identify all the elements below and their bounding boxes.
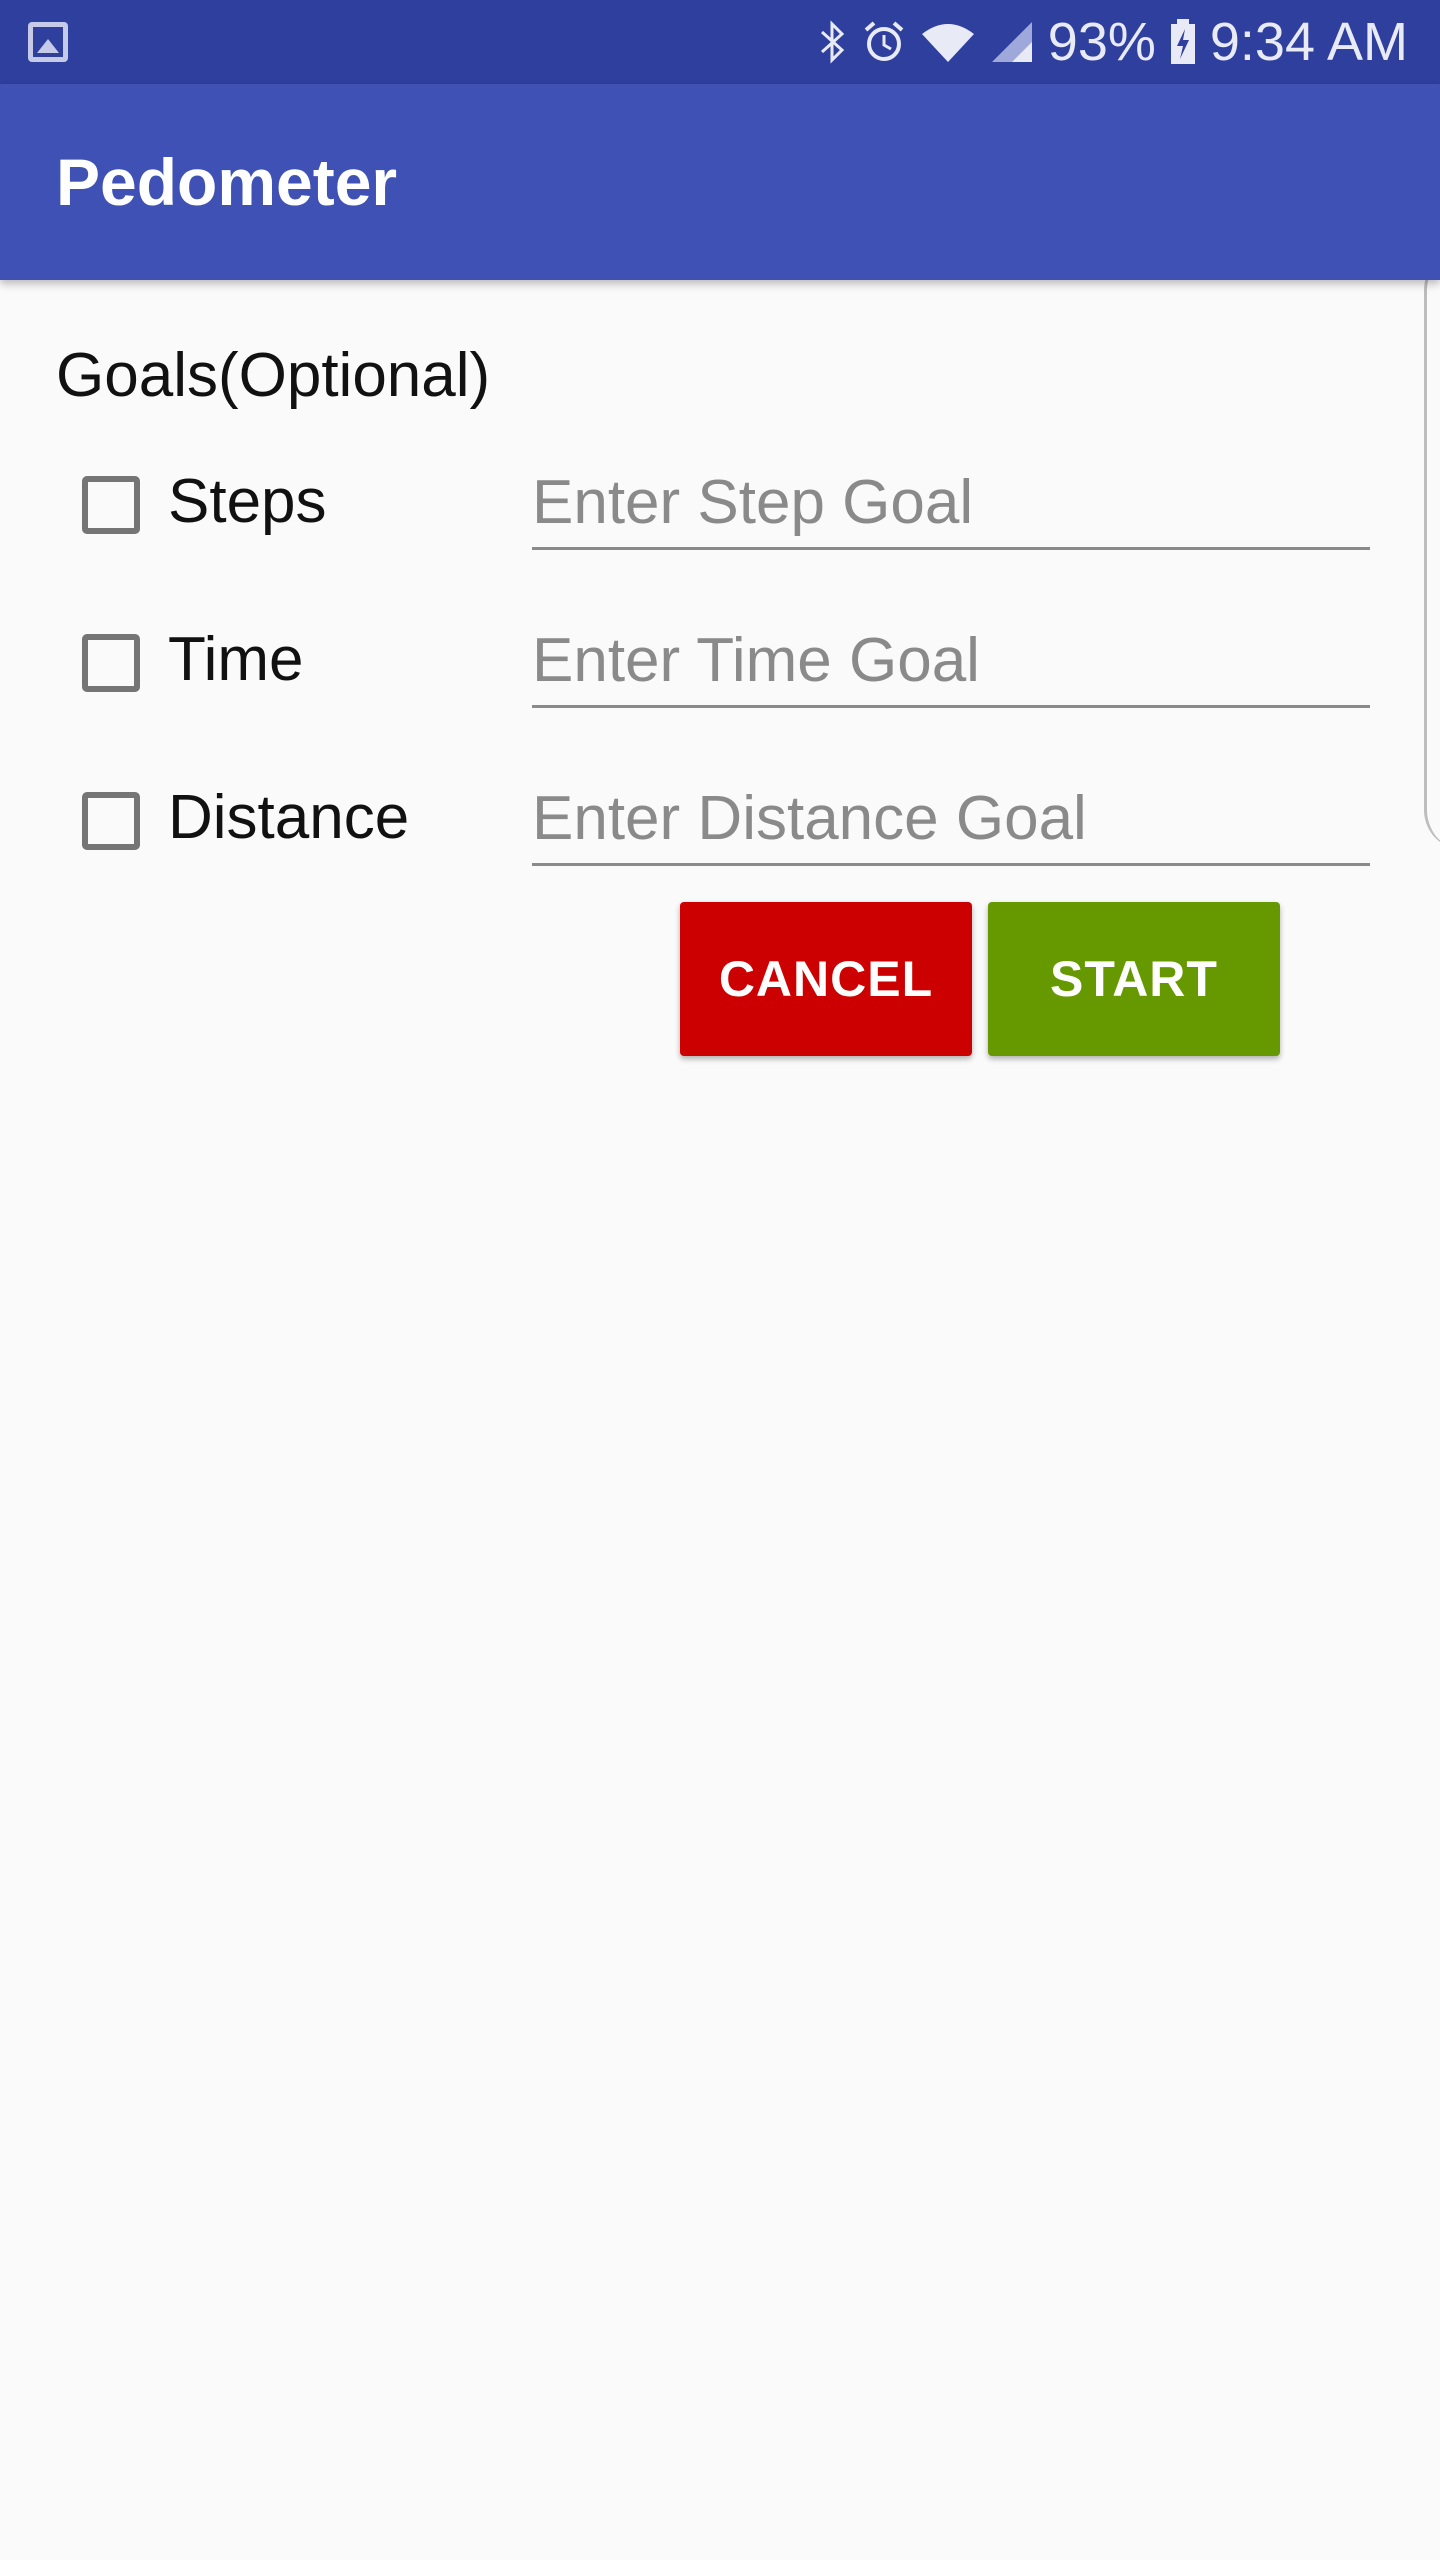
signal-icon xyxy=(990,20,1034,64)
distance-checkbox[interactable] xyxy=(82,792,140,850)
time-goal-input[interactable] xyxy=(532,594,1370,705)
app-bar: Pedometer xyxy=(0,84,1440,280)
cancel-button[interactable]: CANCEL xyxy=(680,902,972,1056)
steps-label[interactable]: Steps xyxy=(168,466,327,537)
time-label[interactable]: Time xyxy=(168,624,303,695)
wifi-icon xyxy=(920,20,976,64)
clock: 9:34 AM xyxy=(1209,12,1408,72)
step-goal-field xyxy=(532,436,1370,550)
distance-goal-input[interactable] xyxy=(532,752,1370,863)
distance-label[interactable]: Distance xyxy=(168,782,409,853)
goal-row-time: Time xyxy=(0,594,1440,724)
battery-percent: 93% xyxy=(1047,12,1156,72)
bluetooth-icon xyxy=(818,20,848,64)
status-bar: 93% 9:34 AM xyxy=(0,0,1440,84)
battery-charging-icon xyxy=(1170,19,1196,65)
goal-row-distance: Distance xyxy=(0,752,1440,882)
steps-checkbox[interactable] xyxy=(82,476,140,534)
status-icons: 93% 9:34 AM xyxy=(818,0,1408,84)
step-goal-input[interactable] xyxy=(532,436,1370,547)
goals-section-label: Goals(Optional) xyxy=(56,341,491,410)
time-checkbox[interactable] xyxy=(82,634,140,692)
goal-row-steps: Steps xyxy=(0,436,1440,566)
distance-goal-field xyxy=(532,752,1370,866)
gallery-icon xyxy=(28,22,68,62)
app-title: Pedometer xyxy=(56,145,398,219)
time-goal-field xyxy=(532,594,1370,708)
alarm-icon xyxy=(862,20,906,64)
start-button[interactable]: START xyxy=(988,902,1280,1056)
